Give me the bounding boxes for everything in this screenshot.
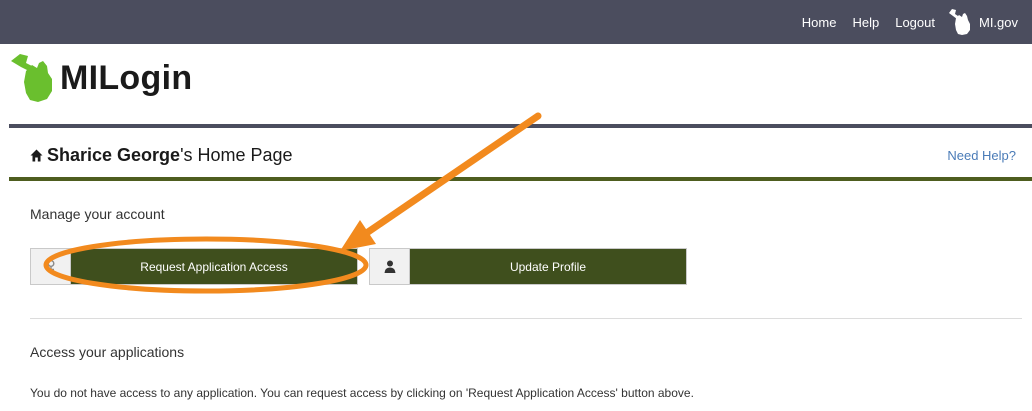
no-applications-message: You do not have access to any applicatio… (30, 386, 694, 400)
brand-name: MILogin (60, 58, 193, 97)
manage-account-heading: Manage your account (30, 206, 165, 222)
top-navigation-bar: Home Help Logout MI.gov (0, 0, 1032, 44)
page-title: Sharice George 's Home Page (30, 145, 293, 166)
mi-gov-link[interactable]: MI.gov (947, 7, 1018, 37)
title-divider (9, 177, 1032, 181)
top-nav-links: Home Help Logout MI.gov (786, 0, 1018, 44)
michigan-mitten-logo (11, 54, 52, 102)
nav-logout-link[interactable]: Logout (895, 15, 935, 30)
update-profile-icon-cell[interactable] (370, 249, 410, 284)
home-icon (30, 149, 43, 161)
key-icon (47, 259, 54, 273)
callout-arrow-shaft (364, 112, 542, 236)
request-application-access-button[interactable]: Request Application Access (71, 249, 357, 284)
request-access-button-group: Request Application Access (30, 248, 358, 285)
user-name: Sharice George (47, 144, 181, 165)
need-help-link[interactable]: Need Help? (947, 148, 1016, 163)
nav-help-link[interactable]: Help (852, 15, 879, 30)
person-icon (384, 260, 395, 273)
request-access-icon-cell[interactable] (31, 249, 71, 284)
header-divider (9, 124, 1032, 128)
mi-gov-label: MI.gov (978, 14, 1018, 30)
milogin-brand: MILogin (10, 50, 192, 106)
update-profile-button-group: Update Profile (369, 248, 687, 285)
page-title-suffix: 's Home Page (180, 144, 293, 165)
section-divider (30, 318, 1022, 319)
nav-home-link[interactable]: Home (802, 15, 837, 30)
update-profile-button[interactable]: Update Profile (410, 249, 686, 284)
michigan-mitten-icon (948, 9, 970, 35)
page-title-row: Sharice George 's Home Page Need Help? (30, 142, 1016, 168)
callout-arrow-head (340, 220, 376, 251)
applications-heading: Access your applications (30, 344, 185, 360)
